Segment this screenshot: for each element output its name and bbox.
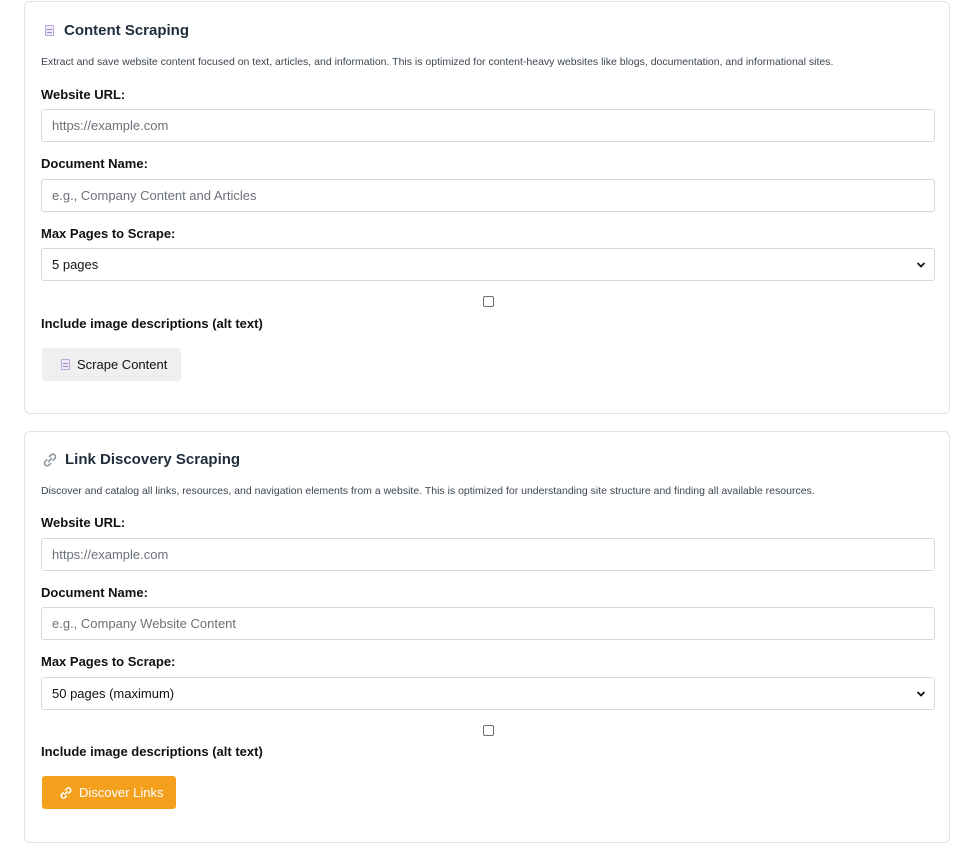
- content-scraping-description: Extract and save website content focused…: [41, 56, 834, 68]
- alt-text-checkbox[interactable]: [483, 296, 494, 307]
- website-url-label: Website URL:: [41, 515, 126, 530]
- website-url-label: Website URL:: [41, 87, 126, 102]
- max-pages-selected-value: 5 pages: [52, 257, 99, 272]
- website-url-input[interactable]: [41, 538, 935, 571]
- max-pages-label: Max Pages to Scrape:: [41, 654, 176, 669]
- link-discovery-description: Discover and catalog all links, resource…: [41, 485, 815, 497]
- website-url-input[interactable]: [41, 109, 935, 142]
- max-pages-select[interactable]: 50 pages (maximum): [41, 677, 935, 710]
- chevron-down-icon: [916, 691, 926, 697]
- scrape-content-button-label: Scrape Content: [77, 357, 168, 372]
- link-discovery-card: Link Discovery Scraping Discover and cat…: [24, 431, 950, 843]
- document-name-input[interactable]: [41, 607, 935, 640]
- document-icon: [61, 359, 70, 370]
- alt-text-checkbox[interactable]: [483, 725, 494, 736]
- link-discovery-title: Link Discovery Scraping: [65, 451, 241, 468]
- alt-text-label: Include image descriptions (alt text): [41, 316, 263, 331]
- document-icon: [45, 25, 54, 36]
- document-name-label: Document Name:: [41, 585, 148, 600]
- max-pages-label: Max Pages to Scrape:: [41, 226, 176, 241]
- content-scraping-header: Content Scraping: [42, 22, 189, 39]
- content-scraping-title: Content Scraping: [64, 22, 190, 39]
- max-pages-select[interactable]: 5 pages: [41, 248, 935, 281]
- discover-links-button[interactable]: Discover Links: [42, 776, 176, 809]
- alt-text-label: Include image descriptions (alt text): [41, 744, 263, 759]
- chevron-down-icon: [916, 262, 926, 268]
- max-pages-selected-value: 50 pages (maximum): [52, 686, 175, 701]
- scrape-content-button[interactable]: Scrape Content: [42, 348, 181, 381]
- content-scraping-card: Content Scraping Extract and save websit…: [24, 1, 950, 414]
- link-icon: [60, 786, 72, 799]
- link-discovery-header: Link Discovery Scraping: [42, 451, 240, 468]
- discover-links-button-label: Discover Links: [79, 785, 164, 800]
- link-icon: [43, 452, 57, 467]
- document-name-label: Document Name:: [41, 156, 148, 171]
- document-name-input[interactable]: [41, 179, 935, 212]
